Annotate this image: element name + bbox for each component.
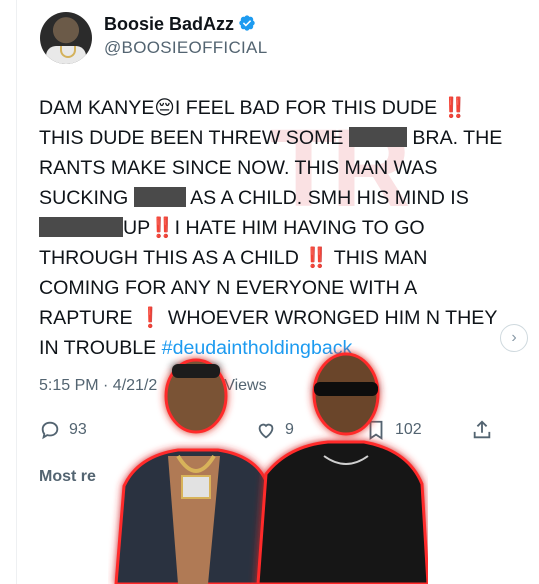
text-segment: RAPTURE xyxy=(39,307,139,329)
text-segment: THROUGH THIS AS A CHILD xyxy=(39,247,305,269)
text-line-4: SUCKING AS A CHILD. SMH HIS MIND IS xyxy=(39,183,509,213)
text-segment: DAM KANYE xyxy=(39,97,155,119)
share-button[interactable] xyxy=(471,418,493,442)
reply-icon xyxy=(41,421,59,440)
text-line-6: THROUGH THIS AS A CHILD ‼️ THIS MAN xyxy=(39,243,509,273)
author-handle[interactable]: @BOOSIEOFFICIAL xyxy=(104,38,267,58)
text-segment: I HATE HIM HAVING TO GO xyxy=(174,217,425,239)
post-text: DAM KANYE😔I FEEL BAD FOR THIS DUDE ‼️ TH… xyxy=(39,93,509,363)
redaction-bar xyxy=(348,127,407,147)
overlay-photo-collage xyxy=(114,352,428,584)
text-line-5: UP‼️I HATE HIM HAVING TO GO xyxy=(39,213,509,243)
redaction-bar xyxy=(39,217,123,237)
text-segment: WHOEVER WRONGED HIM N THEY xyxy=(162,307,498,329)
text-segment: AS A CHILD. SMH HIS MIND IS xyxy=(185,187,469,209)
most-relevant-label[interactable]: Most re xyxy=(39,468,96,486)
double-bang-emoji: ‼️ xyxy=(304,247,329,269)
reply-button[interactable]: 93 xyxy=(39,418,87,442)
pensive-emoji: 😔 xyxy=(154,97,175,119)
text-segment: SUCKING xyxy=(39,187,134,209)
text-segment: THIS DUDE BEEN THREW SOME xyxy=(39,127,349,149)
double-bang-emoji: ‼️ xyxy=(150,217,175,239)
reply-count: 93 xyxy=(69,421,87,438)
text-segment: COMING FOR ANY N EVERYONE WITH A xyxy=(39,277,418,299)
text-segment: THIS MAN xyxy=(328,247,428,269)
next-image-button[interactable]: › xyxy=(500,324,528,352)
redaction-bar xyxy=(133,187,186,207)
double-bang-emoji: ‼️ xyxy=(442,97,468,119)
text-line-7: COMING FOR ANY N EVERYONE WITH A xyxy=(39,273,509,303)
text-line-3: RANTS MAKE SINCE NOW. THIS MAN WAS xyxy=(39,153,509,183)
author-name[interactable]: Boosie BadAzz xyxy=(104,14,234,35)
text-segment: I FEEL BAD FOR THIS DUDE xyxy=(174,97,443,119)
chevron-right-icon: › xyxy=(511,329,517,346)
text-segment: UP xyxy=(123,217,151,239)
share-icon xyxy=(473,420,491,439)
avatar[interactable] xyxy=(40,12,92,64)
verified-badge-icon xyxy=(239,15,255,31)
single-bang-emoji: ❗ xyxy=(138,307,163,329)
text-segment: RANTS MAKE SINCE NOW. THIS MAN WAS xyxy=(39,157,438,179)
left-person-photo xyxy=(114,358,278,584)
text-line-8: RAPTURE ❗ WHOEVER WRONGED HIM N THEY xyxy=(39,303,509,333)
text-line-2: THIS DUDE BEEN THREW SOME BRA. THE xyxy=(39,123,509,153)
text-line-1: DAM KANYE😔I FEEL BAD FOR THIS DUDE ‼️ xyxy=(39,93,509,123)
right-person-photo xyxy=(256,352,428,584)
text-segment: BRA. THE xyxy=(406,127,503,149)
